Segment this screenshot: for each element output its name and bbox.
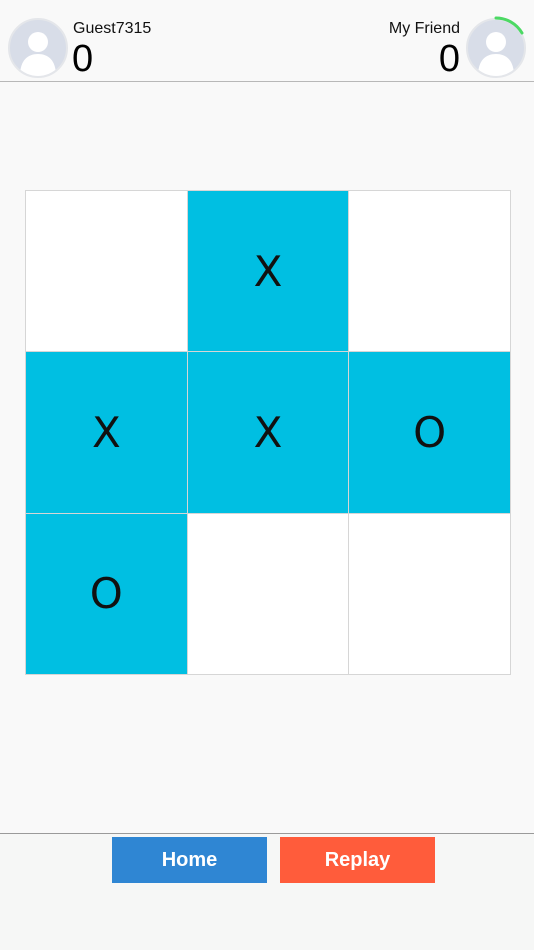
player-name-right: My Friend <box>388 20 460 37</box>
scoreboard-header: Guest7315 0 My Friend 0 <box>0 0 534 82</box>
player-avatar-right <box>466 18 526 78</box>
board-cell-2-1[interactable] <box>187 513 349 674</box>
person-silhouette-icon <box>20 32 56 76</box>
board-cell-1-1[interactable]: X <box>187 352 349 513</box>
board-cell-1-2[interactable]: O <box>349 352 510 513</box>
board-cell-0-1[interactable]: X <box>187 191 349 352</box>
game-board: X X X O O <box>25 190 511 675</box>
board-cell-2-0[interactable]: O <box>26 513 187 674</box>
action-footer: Home Replay <box>0 833 534 950</box>
home-button[interactable]: Home <box>112 837 267 883</box>
player-name-left: Guest7315 <box>73 20 152 37</box>
replay-button[interactable]: Replay <box>280 837 435 883</box>
board-cell-0-0[interactable] <box>26 191 187 352</box>
board-cell-0-2[interactable] <box>349 191 510 352</box>
player-score-left: 0 <box>72 38 94 80</box>
player-avatar-left <box>8 18 68 78</box>
person-silhouette-icon <box>478 32 514 76</box>
board-cell-2-2[interactable] <box>349 513 510 674</box>
board-cell-1-0[interactable]: X <box>26 352 187 513</box>
player-score-right: 0 <box>438 38 460 80</box>
